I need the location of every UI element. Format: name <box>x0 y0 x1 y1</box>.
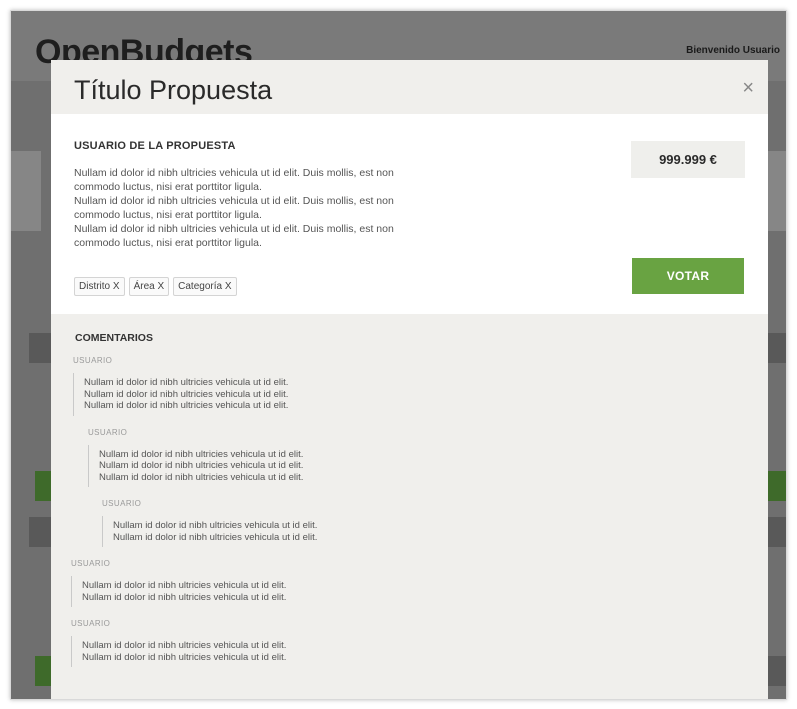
price-badge: 999.999 € <box>631 141 745 178</box>
comment-user[interactable]: USUARIO <box>71 559 768 568</box>
description-paragraph: Nullam id dolor id nibh ultricies vehicu… <box>74 195 394 221</box>
modal-title: Título Propuesta <box>74 75 273 105</box>
comment-line: Nullam id dolor id nibh ultricies vehicu… <box>84 388 289 400</box>
background-row <box>29 517 51 547</box>
comment-body: Nullam id dolor id nibh ultricies vehicu… <box>71 636 768 667</box>
comment-body: Nullam id dolor id nibh ultricies vehicu… <box>71 576 768 607</box>
vote-button[interactable]: VOTAR <box>632 258 744 294</box>
comment-line: Nullam id dolor id nibh ultricies vehicu… <box>84 377 289 388</box>
comment: USUARIO Nullam id dolor id nibh ultricie… <box>71 559 768 607</box>
close-icon[interactable]: × <box>742 78 754 98</box>
comment-line: Nullam id dolor id nibh ultricies vehicu… <box>82 591 287 603</box>
background-row <box>768 517 786 547</box>
comment-user[interactable]: USUARIO <box>88 428 768 437</box>
comment-user[interactable]: USUARIO <box>102 499 768 508</box>
proposal-modal: Título Propuesta × USUARIO DE LA PROPUES… <box>51 60 768 699</box>
tag-area[interactable]: Área X <box>128 277 170 296</box>
description-paragraph: Nullam id dolor id nibh ultricies vehicu… <box>74 223 394 249</box>
comment-line: Nullam id dolor id nibh ultricies vehicu… <box>99 471 304 483</box>
comments-section: COMENTARIOS USUARIO Nullam id dolor id n… <box>51 314 768 667</box>
comment-line: Nullam id dolor id nibh ultricies vehicu… <box>113 531 318 543</box>
comment-reply: USUARIO Nullam id dolor id nibh ultricie… <box>102 499 768 547</box>
comment-line: Nullam id dolor id nibh ultricies vehicu… <box>99 460 304 471</box>
description-paragraph: Nullam id dolor id nibh ultricies vehicu… <box>74 167 394 193</box>
comment-line: Nullam id dolor id nibh ultricies vehicu… <box>99 448 304 460</box>
background-row <box>768 333 786 363</box>
comment-body: Nullam id dolor id nibh ultricies vehicu… <box>88 444 768 487</box>
tag-category[interactable]: Categoría X <box>173 277 237 296</box>
comment-line: Nullam id dolor id nibh ultricies vehicu… <box>84 400 289 411</box>
comment-body: Nullam id dolor id nibh ultricies vehicu… <box>102 516 768 547</box>
proposal-user: USUARIO DE LA PROPUESTA <box>74 140 236 152</box>
modal-header: Título Propuesta × <box>51 60 768 114</box>
comment-line: Nullam id dolor id nibh ultricies vehicu… <box>113 520 318 531</box>
comment-body: Nullam id dolor id nibh ultricies vehicu… <box>73 373 768 416</box>
comment: USUARIO Nullam id dolor id nibh ultricie… <box>71 619 768 667</box>
comments-title: COMENTARIOS <box>75 332 153 344</box>
tag-district[interactable]: Distrito X <box>74 277 125 296</box>
comment-line: Nullam id dolor id nibh ultricies vehicu… <box>82 640 287 651</box>
proposal-description: Nullam id dolor id nibh ultricies vehicu… <box>74 166 434 250</box>
comment-reply: USUARIO Nullam id dolor id nibh ultricie… <box>88 428 768 487</box>
comment-line: Nullam id dolor id nibh ultricies vehicu… <box>82 651 287 663</box>
screenshot-frame: OpenBudgets Bienvenido Usuario Título Pr… <box>10 10 787 700</box>
comment-user[interactable]: USUARIO <box>73 356 768 365</box>
background-green-bar <box>35 471 51 501</box>
comment-line: Nullam id dolor id nibh ultricies vehicu… <box>82 580 287 591</box>
background-row <box>768 656 786 686</box>
background-row <box>29 333 51 363</box>
proposal-section: USUARIO DE LA PROPUESTA Nullam id dolor … <box>51 114 768 314</box>
welcome-user[interactable]: Bienvenido Usuario <box>686 45 780 56</box>
background-card <box>11 151 41 231</box>
background-green-bar <box>768 471 786 501</box>
tag-list: Distrito X Área X Categoría X <box>74 277 237 296</box>
comment-user[interactable]: USUARIO <box>71 619 768 628</box>
background-green-bar <box>35 656 51 686</box>
comment: USUARIO Nullam id dolor id nibh ultricie… <box>73 356 768 416</box>
